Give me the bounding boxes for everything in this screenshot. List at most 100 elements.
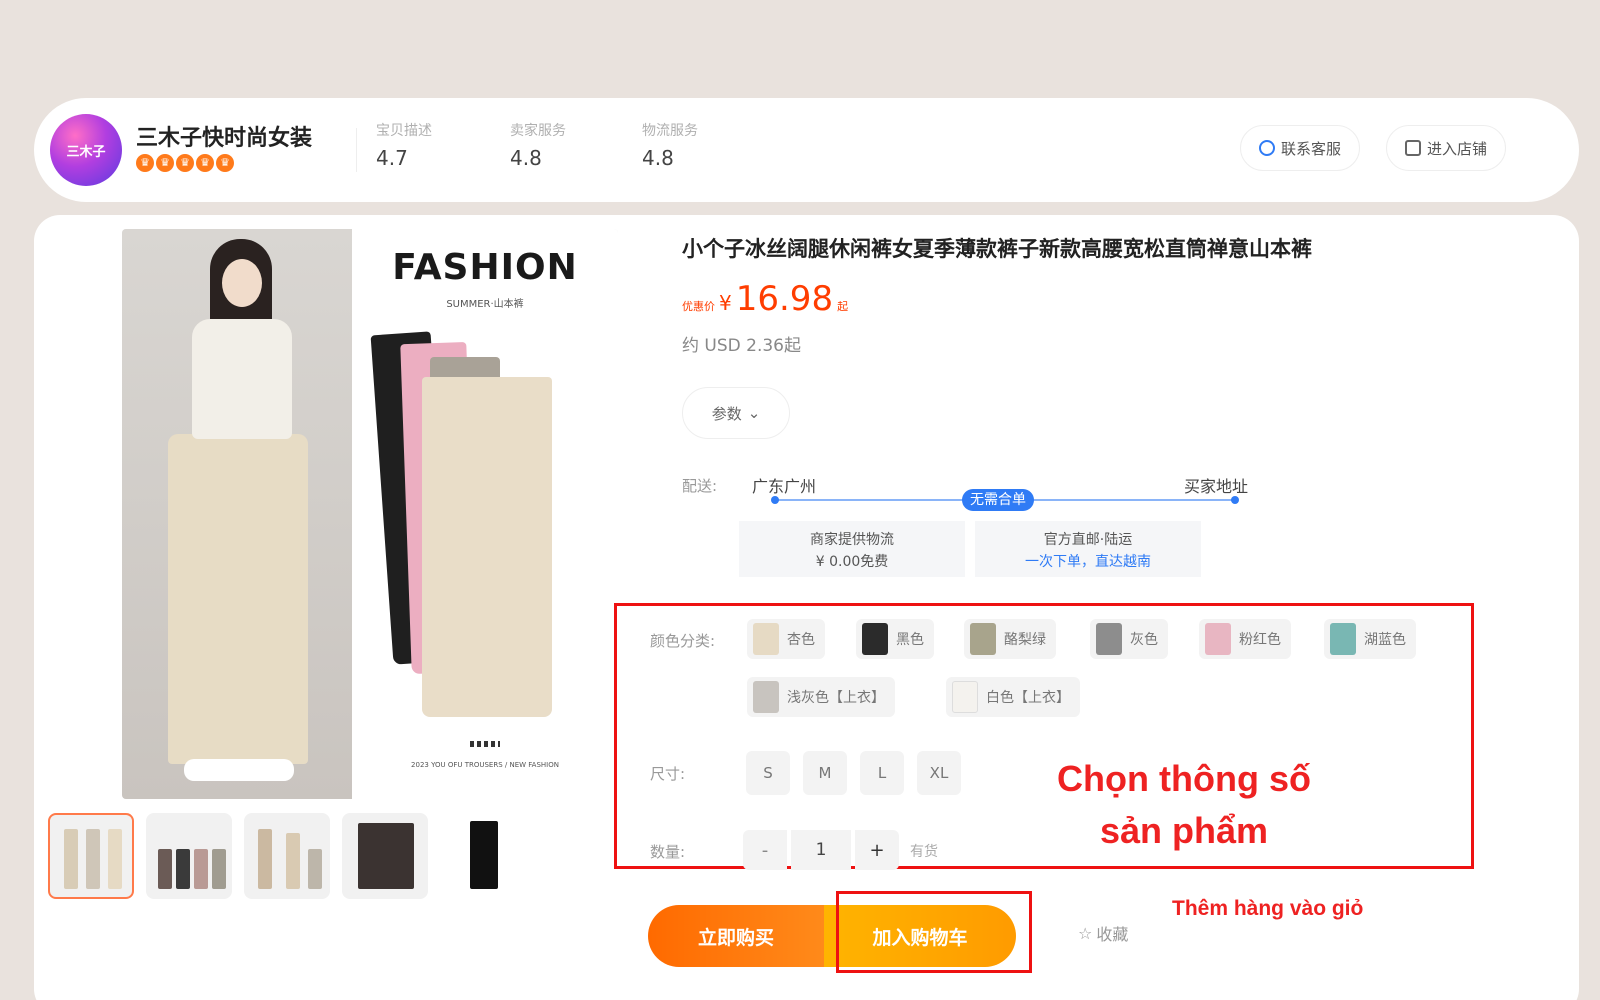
color-swatch (862, 623, 888, 655)
color-label: 颜色分类: (650, 632, 716, 650)
route-start-dot (771, 496, 779, 504)
shipping-option-title: 官方直邮·陆运 (1043, 532, 1133, 548)
size-option[interactable]: L (860, 751, 904, 795)
shipping-tag: 无需合单 (962, 489, 1034, 511)
color-chip[interactable]: 粉红色 (1199, 619, 1291, 659)
rating-service: 卖家服务 4.8 (510, 120, 566, 170)
color-name: 灰色 (1130, 632, 1158, 648)
annotation-line: sản phẩm (1099, 810, 1269, 851)
route-end-dot (1231, 496, 1239, 504)
rating-description: 宝贝描述 4.7 (376, 120, 432, 170)
price-prefix: 优惠价 (682, 300, 715, 313)
color-swatch (952, 681, 978, 713)
quantity-stepper: - 1 + (743, 830, 899, 870)
color-name: 杏色 (787, 632, 815, 648)
crown-icon: ♛ (216, 154, 234, 172)
color-name: 湖蓝色 (1364, 632, 1406, 648)
color-swatch (970, 623, 996, 655)
thumbnail[interactable] (48, 813, 134, 899)
shipping-option-merchant[interactable]: 商家提供物流 ¥ 0.00免费 (739, 521, 965, 577)
color-chip[interactable]: 浅灰色【上衣】 (747, 677, 895, 717)
stock-status: 有货 (910, 844, 938, 860)
thumbnail[interactable] (244, 813, 330, 899)
rating-label: 宝贝描述 (376, 123, 432, 139)
main-product-image[interactable]: FASHION SUMMER·山本裤 2023 YOU OFU TROUSERS… (122, 229, 618, 799)
shipping-option-title: 商家提供物流 (810, 532, 894, 548)
thumbnail-strip (48, 813, 526, 899)
quantity-label: 数量: (650, 843, 686, 861)
color-name: 酪梨绿 (1004, 632, 1046, 648)
thumbnail[interactable] (440, 813, 526, 899)
color-name: 粉红色 (1239, 632, 1281, 648)
product-panel: FASHION SUMMER·山本裤 2023 YOU OFU TROUSERS… (34, 215, 1579, 1000)
shop-level-badges: ♛ ♛ ♛ ♛ ♛ (136, 154, 234, 172)
color-name: 浅灰色【上衣】 (787, 690, 885, 706)
rating-label: 物流服务 (642, 123, 698, 139)
size-label: 尺寸: (650, 765, 686, 783)
params-dropdown[interactable]: 参数 ⌄ (682, 387, 790, 439)
usd-price: 约 USD 2.36起 (682, 336, 801, 356)
rating-logistics: 物流服务 4.8 (642, 120, 698, 170)
favorite-label: 收藏 (1096, 925, 1129, 944)
shipping-option-official[interactable]: 官方直邮·陆运 一次下单，直达越南 (975, 521, 1201, 577)
shop-header: 三木子 三木子快时尚女装 ♛ ♛ ♛ ♛ ♛ 宝贝描述 4.7 卖家服务 4.8… (34, 98, 1579, 202)
banner-subtitle: SUMMER·山本裤 (446, 299, 524, 310)
product-title: 小个子冰丝阔腿休闲裤女夏季薄款裤子新款高腰宽松直筒禅意山本裤 (682, 237, 1312, 261)
crown-icon: ♛ (196, 154, 214, 172)
color-swatch (753, 681, 779, 713)
favorite-button[interactable]: ☆ 收藏 (1078, 921, 1128, 945)
price: 优惠价 ¥ 16.98 起 (682, 279, 848, 319)
enter-store-label: 进入店铺 (1427, 139, 1488, 158)
color-name: 白色【上衣】 (986, 690, 1070, 706)
contact-service-label: 联系客服 (1281, 139, 1342, 158)
price-currency: ¥ (719, 291, 732, 315)
rating-label: 卖家服务 (510, 123, 566, 139)
store-icon (1405, 140, 1421, 156)
annotation-select-spec: Chọn thông số sản phẩm (1024, 753, 1344, 857)
chevron-down-icon: ⌄ (747, 404, 761, 422)
add-to-cart-highlight (836, 891, 1032, 973)
rating-value: 4.7 (376, 146, 408, 170)
rating-value: 4.8 (510, 146, 542, 170)
shipping-to[interactable]: 买家地址 (1184, 473, 1248, 497)
shipping-label: 配送: (682, 477, 718, 495)
color-swatch (1205, 623, 1231, 655)
crown-icon: ♛ (156, 154, 174, 172)
annotation-line: Chọn thông số (1057, 758, 1311, 799)
quantity-minus-button[interactable]: - (743, 830, 787, 870)
pants-beige (422, 377, 552, 717)
price-suffix: 起 (837, 300, 849, 313)
color-chip[interactable]: 湖蓝色 (1324, 619, 1416, 659)
enter-store-button[interactable]: 进入店铺 (1386, 125, 1507, 171)
shipping-option-value: ¥ 0.00免费 (815, 554, 889, 570)
size-option[interactable]: M (803, 751, 847, 795)
model-photo (122, 229, 352, 799)
color-chip[interactable]: 酪梨绿 (964, 619, 1056, 659)
params-label: 参数 (711, 404, 742, 423)
price-value: 16.98 (735, 279, 834, 319)
banner-footer: 2023 YOU OFU TROUSERS / NEW FASHION (411, 761, 559, 769)
star-icon: ☆ (1078, 923, 1093, 943)
shop-name[interactable]: 三木子快时尚女装 (136, 120, 312, 152)
size-option[interactable]: XL (917, 751, 961, 795)
color-chip[interactable]: 白色【上衣】 (946, 677, 1080, 717)
rating-value: 4.8 (642, 146, 674, 170)
color-swatch (1096, 623, 1122, 655)
annotation-add-to-cart: Thêm hàng vào giỏ (1172, 897, 1364, 920)
thumbnail[interactable] (146, 813, 232, 899)
quantity-input[interactable]: 1 (791, 830, 851, 870)
buy-now-button[interactable]: 立即购买 (648, 905, 824, 967)
shop-logo[interactable]: 三木子 (50, 114, 122, 186)
crown-icon: ♛ (136, 154, 154, 172)
size-option[interactable]: S (746, 751, 790, 795)
contact-service-button[interactable]: 联系客服 (1240, 125, 1361, 171)
thumbnail[interactable] (342, 813, 428, 899)
quantity-plus-button[interactable]: + (855, 830, 899, 870)
color-chip[interactable]: 黑色 (856, 619, 934, 659)
color-chip[interactable]: 杏色 (747, 619, 825, 659)
banner-title: FASHION (392, 247, 578, 288)
color-swatch (753, 623, 779, 655)
chat-icon (1259, 140, 1275, 156)
shipping-option-value: 一次下单，直达越南 (1025, 554, 1151, 570)
color-chip[interactable]: 灰色 (1090, 619, 1168, 659)
